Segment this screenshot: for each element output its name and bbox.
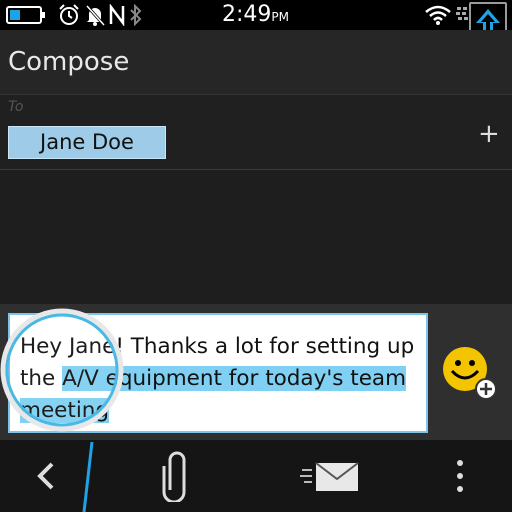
bluetooth-icon	[130, 4, 142, 26]
page-title: Compose	[8, 47, 130, 77]
wifi-icon	[425, 5, 451, 25]
title-bar: Compose	[0, 30, 512, 94]
message-input[interactable]: Hey Jane! Thanks a lot for setting up th…	[8, 313, 428, 433]
alarm-icon	[59, 4, 79, 25]
emoticon-button[interactable]	[440, 342, 496, 400]
overflow-dots-icon	[457, 460, 463, 492]
back-divider	[82, 441, 94, 512]
nfc-icon	[109, 4, 125, 26]
clock: 2:49PM	[222, 2, 289, 27]
overflow-menu-button[interactable]	[452, 458, 468, 494]
action-bar	[0, 440, 512, 512]
back-button[interactable]	[30, 460, 60, 492]
message-text[interactable]: Hey Jane! Thanks a lot for setting up th…	[20, 331, 426, 427]
add-recipient-button[interactable]: +	[478, 121, 500, 147]
chevron-left-icon	[37, 462, 54, 490]
selected-text[interactable]: A/V equipment for today's team meeting	[20, 366, 407, 423]
paperclip-icon	[162, 451, 186, 502]
attach-button[interactable]	[160, 450, 194, 502]
blackberry-icon	[456, 7, 468, 20]
send-button[interactable]	[300, 460, 362, 494]
recipient-chip[interactable]: Jane Doe	[8, 126, 166, 159]
compose-area: Hey Jane! Thanks a lot for setting up th…	[0, 304, 512, 440]
status-bar: 2:49PM	[0, 0, 512, 30]
battery-icon	[6, 6, 45, 24]
conversation-area	[0, 170, 512, 304]
envelope-send-icon	[300, 462, 359, 491]
to-label: To	[8, 99, 24, 115]
recipient-field[interactable]: To Jane Doe +	[0, 94, 512, 170]
notifications-muted-icon	[85, 4, 106, 26]
